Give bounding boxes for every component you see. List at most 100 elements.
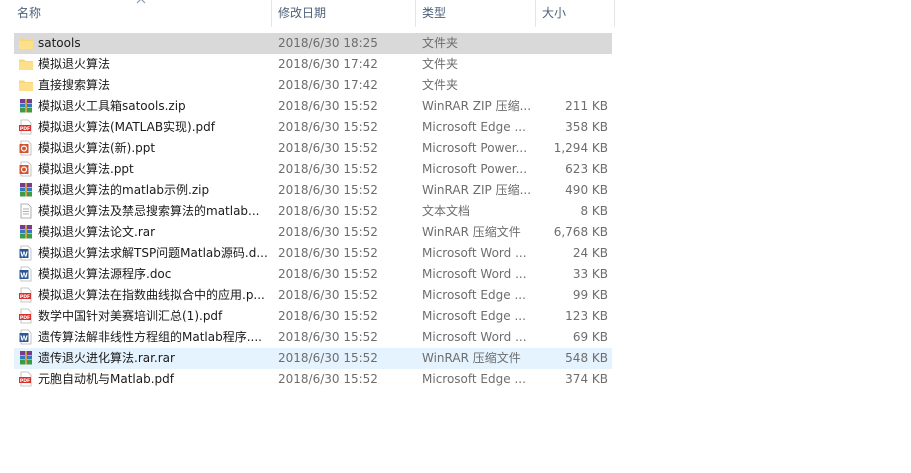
pdf-icon: PDF [18, 308, 34, 324]
file-size: 1,294 KB [553, 141, 608, 155]
file-name: 模拟退火工具箱satools.zip [38, 99, 186, 113]
file-type: Microsoft Word ... [422, 267, 527, 281]
file-type: WinRAR ZIP 压缩... [422, 99, 532, 113]
word-icon: W [18, 329, 34, 345]
file-date: 2018/6/30 15:52 [278, 288, 378, 302]
file-row[interactable]: PDF 模拟退火算法在指数曲线拟合中的应用.p... 2018/6/30 15:… [14, 285, 612, 306]
file-name: 模拟退火算法(MATLAB实现).pdf [38, 120, 216, 134]
file-name: 模拟退火算法 [38, 57, 111, 71]
file-name: 模拟退火算法在指数曲线拟合中的应用.p... [38, 288, 265, 302]
file-row[interactable]: 模拟退火算法 2018/6/30 17:42 文件夹 [14, 54, 612, 75]
file-size: 69 KB [572, 330, 608, 344]
file-row[interactable]: PDF 元胞自动机与Matlab.pdf 2018/6/30 15:52 Mic… [14, 369, 612, 390]
svg-text:PDF: PDF [20, 126, 30, 132]
column-divider[interactable] [614, 0, 615, 27]
file-date: 2018/6/30 15:52 [278, 351, 378, 365]
folder-icon [18, 35, 34, 51]
file-date: 2018/6/30 15:52 [278, 330, 378, 344]
file-date: 2018/6/30 15:52 [278, 204, 378, 218]
file-size [534, 54, 608, 75]
file-name: 模拟退火算法论文.rar [38, 225, 156, 239]
file-row[interactable]: PDF 模拟退火算法(MATLAB实现).pdf 2018/6/30 15:52… [14, 117, 612, 138]
pdf-icon: PDF [18, 287, 34, 303]
file-date: 2018/6/30 17:42 [278, 78, 378, 92]
svg-text:W: W [20, 271, 28, 279]
file-type: 文本文档 [422, 204, 471, 218]
file-size: 358 KB [565, 120, 608, 134]
file-row[interactable]: W 模拟退火算法源程序.doc 2018/6/30 15:52 Microsof… [14, 264, 612, 285]
file-date: 2018/6/30 15:52 [278, 309, 378, 323]
file-name: 遗传退火进化算法.rar.rar [38, 351, 175, 365]
file-row[interactable]: 模拟退火算法及禁忌搜索算法的matlab... 2018/6/30 15:52 … [14, 201, 612, 222]
file-row[interactable]: 模拟退火算法论文.rar 2018/6/30 15:52 WinRAR 压缩文件… [14, 222, 612, 243]
file-date: 2018/6/30 15:52 [278, 267, 378, 281]
file-name: 模拟退火算法及禁忌搜索算法的matlab... [38, 204, 260, 218]
file-row[interactable]: 模拟退火工具箱satools.zip 2018/6/30 15:52 WinRA… [14, 96, 612, 117]
file-type: WinRAR ZIP 压缩... [422, 183, 532, 197]
file-size: 6,768 KB [553, 225, 608, 239]
file-size: 33 KB [572, 267, 608, 281]
file-type: Microsoft Edge ... [422, 372, 526, 386]
file-size [534, 75, 608, 96]
file-row[interactable]: 遗传退火进化算法.rar.rar 2018/6/30 15:52 WinRAR … [14, 348, 612, 369]
file-type: Microsoft Power... [422, 162, 528, 176]
file-type: Microsoft Edge ... [422, 120, 526, 134]
column-divider[interactable] [535, 0, 536, 27]
file-size: 99 KB [572, 288, 608, 302]
file-type: Microsoft Word ... [422, 330, 527, 344]
file-date: 2018/6/30 15:52 [278, 162, 378, 176]
svg-text:PDF: PDF [20, 294, 30, 300]
file-type: 文件夹 [422, 78, 459, 92]
file-date: 2018/6/30 17:42 [278, 57, 378, 71]
column-divider[interactable] [415, 0, 416, 27]
word-icon: W [18, 266, 34, 282]
winrar-icon [18, 350, 34, 366]
file-row[interactable]: 模拟退火算法(新).ppt 2018/6/30 15:52 Microsoft … [14, 138, 612, 159]
pdf-icon: PDF [18, 119, 34, 135]
column-header-size[interactable]: 大小 [538, 0, 614, 27]
file-name: satools [38, 36, 81, 50]
file-date: 2018/6/30 15:52 [278, 99, 378, 113]
file-date: 2018/6/30 15:52 [278, 372, 378, 386]
file-size: 623 KB [565, 162, 608, 176]
file-type: Microsoft Edge ... [422, 288, 526, 302]
file-size: 24 KB [572, 246, 608, 260]
column-divider[interactable] [271, 0, 272, 27]
file-row[interactable]: 直接搜索算法 2018/6/30 17:42 文件夹 [14, 75, 612, 96]
file-type: WinRAR 压缩文件 [422, 351, 521, 365]
file-size [534, 33, 608, 54]
file-size: 211 KB [565, 99, 608, 113]
file-row[interactable]: PDF 数学中国针对美赛培训汇总(1).pdf 2018/6/30 15:52 … [14, 306, 612, 327]
file-name: 数学中国针对美赛培训汇总(1).pdf [38, 309, 223, 323]
file-row[interactable]: satools 2018/6/30 18:25 文件夹 [14, 33, 612, 54]
winrar-icon [18, 98, 34, 114]
file-date: 2018/6/30 15:52 [278, 141, 378, 155]
file-row[interactable]: 模拟退火算法的matlab示例.zip 2018/6/30 15:52 WinR… [14, 180, 612, 201]
file-date: 2018/6/30 15:52 [278, 183, 378, 197]
column-header: 名称 修改日期 类型 大小 [0, 0, 616, 27]
file-list: satools 2018/6/30 18:25 文件夹 模拟退火算法 2018/… [0, 33, 616, 390]
file-size: 123 KB [565, 309, 608, 323]
column-header-date[interactable]: 修改日期 [274, 0, 414, 27]
file-name: 遗传算法解非线性方程组的Matlab程序.... [38, 330, 262, 344]
file-type: 文件夹 [422, 57, 459, 71]
file-type: 文件夹 [422, 36, 459, 50]
svg-text:PDF: PDF [20, 315, 30, 321]
file-name: 模拟退火算法.ppt [38, 162, 134, 176]
file-row[interactable]: 模拟退火算法.ppt 2018/6/30 15:52 Microsoft Pow… [14, 159, 612, 180]
file-row[interactable]: W 遗传算法解非线性方程组的Matlab程序.... 2018/6/30 15:… [14, 327, 612, 348]
svg-text:W: W [20, 250, 28, 258]
file-type: Microsoft Word ... [422, 246, 527, 260]
column-header-type[interactable]: 类型 [418, 0, 535, 27]
file-name: 模拟退火算法求解TSP问题Matlab源码.d... [38, 246, 268, 260]
file-size: 490 KB [565, 183, 608, 197]
file-size: 8 KB [580, 204, 608, 218]
file-name: 模拟退火算法(新).ppt [38, 141, 156, 155]
winrar-icon [18, 224, 34, 240]
powerpoint-icon [18, 140, 34, 156]
file-row[interactable]: W 模拟退火算法求解TSP问题Matlab源码.d... 2018/6/30 1… [14, 243, 612, 264]
file-size: 548 KB [565, 351, 608, 365]
file-date: 2018/6/30 15:52 [278, 120, 378, 134]
file-name: 模拟退火算法源程序.doc [38, 267, 172, 281]
column-header-name[interactable]: 名称 [13, 0, 271, 27]
